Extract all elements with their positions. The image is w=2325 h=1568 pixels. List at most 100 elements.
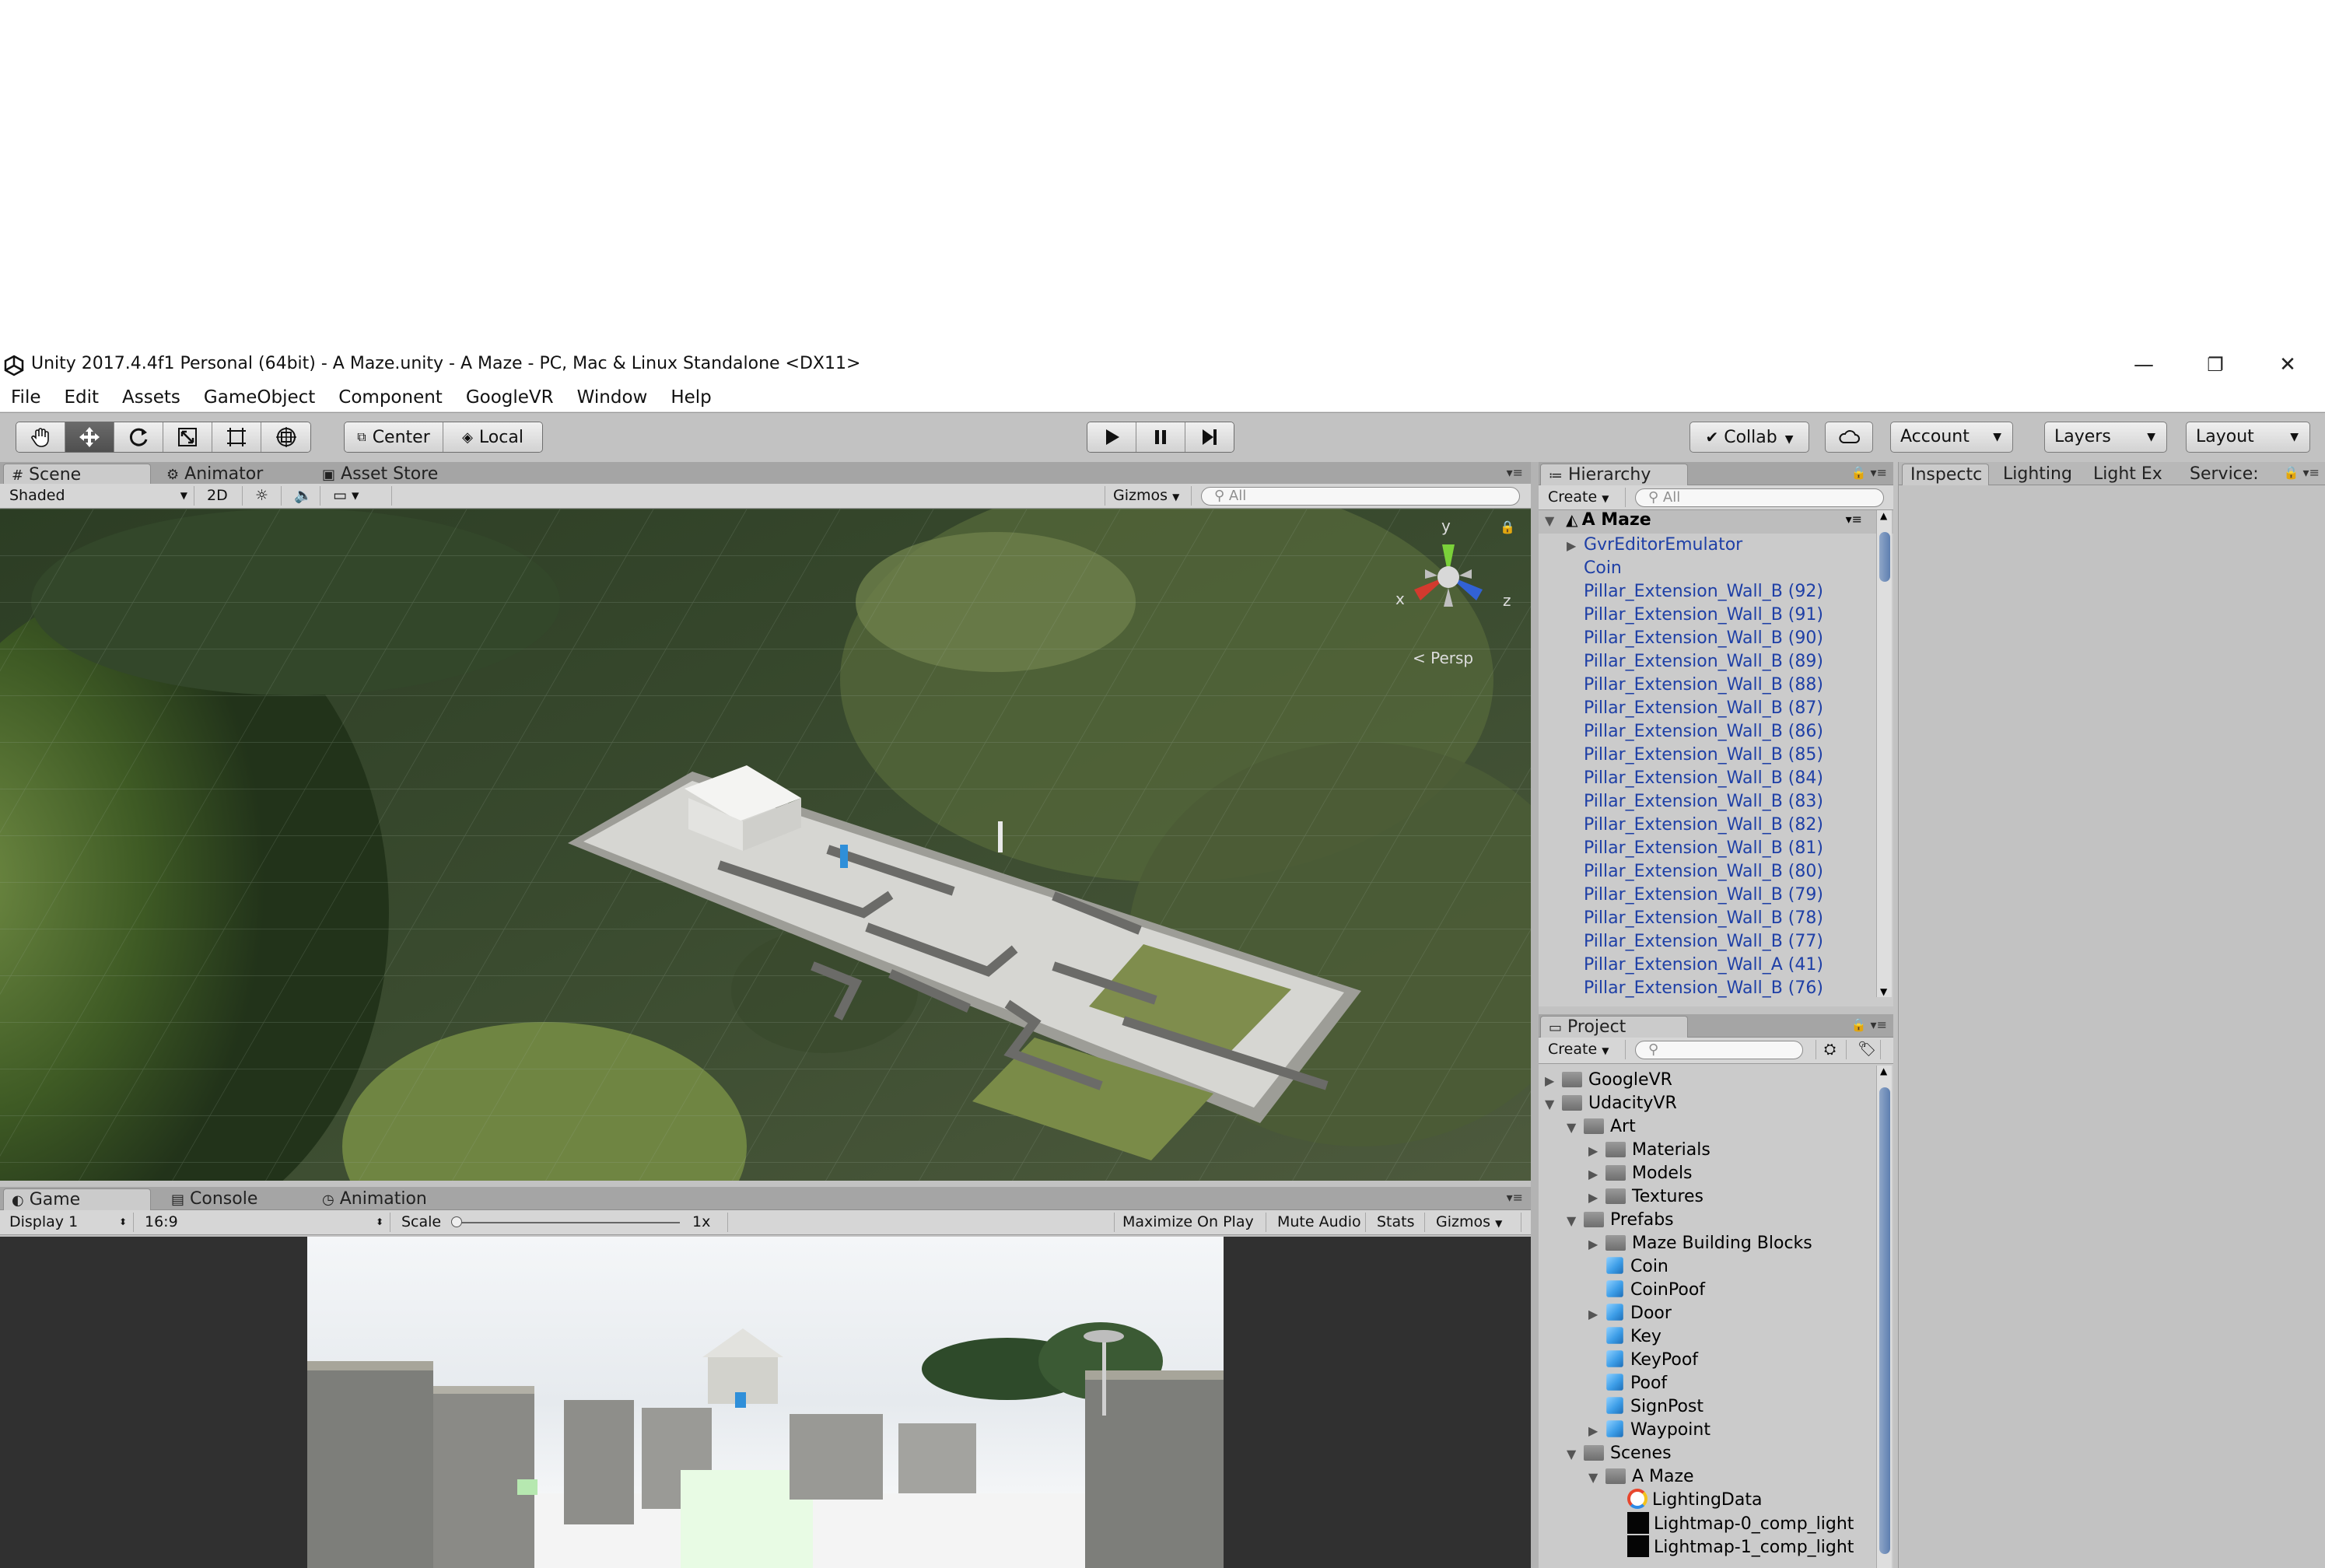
pause-button[interactable]	[1136, 422, 1185, 452]
panel-menu-icon[interactable]: 🔒 ▾≡	[1851, 465, 1887, 480]
hierarchy-item[interactable]: Pillar_Extension_Wall_B (78)	[1539, 907, 1873, 930]
tab-services[interactable]: Service:	[2182, 464, 2269, 485]
hierarchy-item[interactable]: Pillar_Extension_Wall_B (92)	[1539, 580, 1873, 604]
hierarchy-item[interactable]: Pillar_Extension_Wall_B (83)	[1539, 790, 1873, 814]
hierarchy-item[interactable]: Pillar_Extension_Wall_B (84)	[1539, 767, 1873, 790]
project-create-dropdown[interactable]: Create ▼	[1540, 1040, 1626, 1059]
expand-arrow-icon[interactable]: ▼	[1567, 1116, 1584, 1139]
scale-slider[interactable]: Scale 1x	[394, 1213, 728, 1232]
expand-arrow-icon[interactable]: ▶	[1545, 1069, 1562, 1093]
pivot-center-button[interactable]: ⧉ Center	[345, 422, 443, 452]
tab-hierarchy[interactable]: ≔ Hierarchy	[1540, 464, 1688, 485]
project-tree-item[interactable]: ▶ Waypoint	[1539, 1419, 1873, 1442]
layers-dropdown[interactable]: Layers ▼	[2044, 422, 2167, 453]
scene-viewport[interactable]: y x z < Persp 🔒	[0, 509, 1531, 1181]
tab-lighting[interactable]: Lighting	[1995, 464, 2082, 485]
hierarchy-item[interactable]: Pillar_Extension_Wall_B (87)	[1539, 697, 1873, 720]
tab-scene[interactable]: # Scene	[3, 464, 151, 485]
project-tree-item[interactable]: ▼ Art	[1539, 1115, 1873, 1139]
panel-menu-icon[interactable]: 🔒 ▾≡	[1851, 1017, 1887, 1032]
hierarchy-item[interactable]: ▶ GvrEditorEmulator	[1539, 534, 1873, 557]
project-tree-item[interactable]: Poof	[1539, 1372, 1873, 1395]
hierarchy-item[interactable]: Pillar_Extension_Wall_B (86)	[1539, 720, 1873, 744]
game-viewport[interactable]	[0, 1237, 1531, 1568]
hand-tool-icon[interactable]	[16, 422, 65, 452]
menu-edit[interactable]: Edit	[65, 387, 100, 408]
minimize-button[interactable]: —	[2106, 347, 2181, 383]
lighting-toggle-icon[interactable]: ☼	[247, 486, 282, 506]
hierarchy-item[interactable]: Pillar_Extension_Wall_B (82)	[1539, 814, 1873, 837]
shading-dropdown[interactable]: Shaded ▼	[2, 486, 194, 506]
hierarchy-item[interactable]: Pillar_Extension_Wall_B (89)	[1539, 650, 1873, 674]
expand-arrow-icon[interactable]: ▼	[1545, 513, 1562, 528]
projection-label[interactable]: < Persp	[1413, 649, 1473, 667]
maximize-on-play-toggle[interactable]: Maximize On Play	[1114, 1213, 1266, 1232]
2d-toggle[interactable]: 2D	[199, 486, 243, 506]
stats-toggle[interactable]: Stats	[1369, 1213, 1425, 1232]
filter-by-type-icon[interactable]: ⛭	[1816, 1040, 1847, 1059]
account-dropdown[interactable]: Account ▼	[1890, 422, 2013, 453]
tab-light-explorer[interactable]: Light Ex	[2085, 464, 2173, 485]
mute-audio-toggle[interactable]: Mute Audio	[1269, 1213, 1366, 1232]
project-tree-item[interactable]: ▼ A Maze	[1539, 1465, 1873, 1489]
orientation-gizmo[interactable]	[1377, 521, 1517, 638]
collab-dropdown[interactable]: ✔ Collab ▼	[1689, 422, 1809, 453]
project-tree-item[interactable]: Lightmap-0_comp_light	[1539, 1512, 1873, 1535]
hierarchy-item[interactable]: Coin	[1539, 557, 1873, 580]
project-tree-item[interactable]: ▶ Door	[1539, 1302, 1873, 1325]
rotate-tool-icon[interactable]	[114, 422, 163, 452]
restore-button[interactable]: ❐	[2178, 347, 2253, 383]
project-tree-item[interactable]: ▼ UdacityVR	[1539, 1092, 1873, 1115]
lock-icon[interactable]: 🔒	[1500, 520, 1515, 534]
audio-toggle-icon[interactable]: 🔈	[286, 486, 320, 506]
cloud-button[interactable]	[1825, 422, 1873, 453]
scale-tool-icon[interactable]	[163, 422, 212, 452]
project-scrollbar[interactable]: ▲	[1876, 1066, 1892, 1568]
tab-project[interactable]: ▭ Project	[1540, 1016, 1688, 1038]
expand-arrow-icon[interactable]: ▼	[1567, 1209, 1584, 1233]
project-tree-item[interactable]: Coin	[1539, 1255, 1873, 1279]
scale-slider-thumb[interactable]	[451, 1216, 462, 1227]
splitter[interactable]	[1531, 462, 1539, 1568]
tab-animator[interactable]: ⚙ Animator	[159, 464, 299, 485]
menu-googlevr[interactable]: GoogleVR	[466, 387, 554, 408]
step-button[interactable]	[1185, 422, 1234, 452]
space-local-button[interactable]: ◈ Local	[443, 422, 542, 452]
move-tool-icon[interactable]	[65, 422, 114, 452]
panel-menu-icon[interactable]: ▾≡	[1507, 1190, 1523, 1205]
project-tree-item[interactable]: Key	[1539, 1325, 1873, 1349]
hierarchy-create-dropdown[interactable]: Create ▼	[1540, 488, 1626, 507]
menu-window[interactable]: Window	[577, 387, 648, 408]
layout-dropdown[interactable]: Layout ▼	[2186, 422, 2310, 453]
menu-file[interactable]: File	[11, 387, 41, 408]
display-dropdown[interactable]: Display 1 ⬍	[2, 1213, 134, 1232]
panel-menu-icon[interactable]: ▾≡	[1507, 465, 1523, 480]
project-tree-item[interactable]: ▶ Maze Building Blocks	[1539, 1232, 1873, 1255]
project-tree-item[interactable]: ▼ Prefabs	[1539, 1209, 1873, 1232]
project-tree-item[interactable]: SignPost	[1539, 1395, 1873, 1419]
hierarchy-item[interactable]: Pillar_Extension_Wall_B (79)	[1539, 884, 1873, 907]
panel-menu-icon[interactable]: 🔒 ▾≡	[2284, 465, 2320, 480]
project-tree-item[interactable]: LightingData	[1539, 1489, 1873, 1512]
close-button[interactable]: ✕	[2250, 347, 2325, 383]
project-scroll-thumb[interactable]	[1879, 1087, 1890, 1554]
menu-component[interactable]: Component	[338, 387, 443, 408]
effects-dropdown-icon[interactable]: ▭ ▾	[325, 486, 392, 506]
expand-arrow-icon[interactable]: ▶	[1588, 1163, 1605, 1186]
expand-arrow-icon[interactable]: ▶	[1588, 1186, 1605, 1209]
project-tree-item[interactable]: ▶ GoogleVR	[1539, 1069, 1873, 1092]
scene-root-row[interactable]: ▼ ◭ A Maze ▾≡	[1539, 510, 1893, 534]
play-button[interactable]	[1087, 422, 1137, 452]
hierarchy-item[interactable]: Pillar_Extension_Wall_B (77)	[1539, 930, 1873, 954]
menu-assets[interactable]: Assets	[122, 387, 180, 408]
project-tree-item[interactable]: ▶ Materials	[1539, 1139, 1873, 1162]
menu-help[interactable]: Help	[671, 387, 711, 408]
project-search-input[interactable]: ⚲	[1635, 1041, 1803, 1059]
gizmos-dropdown[interactable]: Gizmos ▼	[1105, 486, 1192, 506]
hierarchy-item[interactable]: Pillar_Extension_Wall_B (76)	[1539, 977, 1873, 1000]
hierarchy-search-input[interactable]: ⚲ All	[1635, 488, 1884, 507]
expand-arrow-icon[interactable]: ▶	[1588, 1303, 1605, 1326]
expand-arrow-icon[interactable]: ▶	[1588, 1139, 1605, 1163]
project-tree-item[interactable]: Lightmap-1_comp_light	[1539, 1535, 1873, 1559]
game-gizmos-dropdown[interactable]: Gizmos ▼	[1428, 1213, 1521, 1232]
